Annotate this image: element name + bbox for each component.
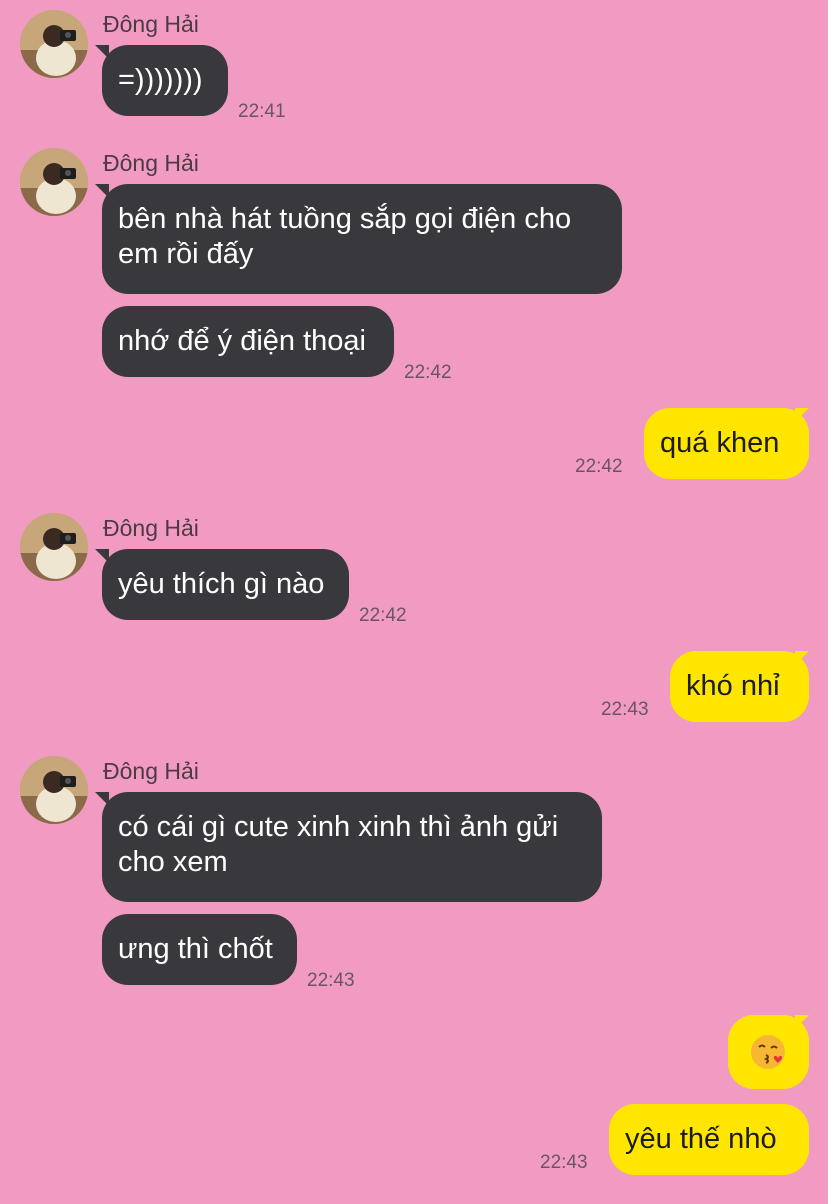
message-bubble-incoming[interactable]: yêu thích gì nào — [102, 549, 349, 620]
avatar[interactable] — [20, 513, 88, 581]
message-timestamp: 22:43 — [540, 1152, 588, 1173]
message-bubble-incoming[interactable]: ưng thì chốt — [102, 914, 297, 985]
message-text: ưng thì chốt — [118, 933, 273, 965]
profile-photo-icon — [20, 756, 88, 824]
message-bubble-incoming[interactable]: có cái gì cute xinh xinh thì ảnh gửi cho… — [102, 792, 602, 902]
message-bubble-outgoing[interactable]: khó nhỉ — [670, 651, 809, 722]
message-timestamp: 22:43 — [601, 699, 649, 720]
avatar[interactable] — [20, 756, 88, 824]
message-bubble-incoming[interactable]: nhớ để ý điện thoại — [102, 306, 394, 377]
sender-name: Đông Hải — [103, 150, 199, 176]
bubble-tail — [795, 651, 809, 665]
message-bubble-outgoing[interactable]: quá khen — [644, 408, 809, 479]
message-text: quá khen — [660, 427, 780, 459]
message-bubble-incoming[interactable]: =))))))) — [102, 45, 228, 116]
bubble-tail — [795, 1015, 809, 1029]
message-text: yêu thích gì nào — [118, 568, 325, 600]
message-text: có cái gì cute xinh xinh thì ảnh gửi cho… — [118, 811, 559, 878]
message-timestamp: 22:42 — [404, 362, 452, 383]
bubble-tail — [795, 408, 809, 422]
message-bubble-incoming[interactable]: bên nhà hát tuồng sắp gọi điện cho em rồ… — [102, 184, 622, 294]
message-text: khó nhỉ — [686, 670, 780, 702]
profile-photo-icon — [20, 148, 88, 216]
message-timestamp: 22:43 — [307, 970, 355, 991]
avatar[interactable] — [20, 10, 88, 78]
message-timestamp: 22:42 — [359, 605, 407, 626]
message-text: yêu thế nhò — [625, 1123, 777, 1155]
sender-name: Đông Hải — [103, 515, 199, 541]
message-timestamp: 22:42 — [575, 456, 623, 477]
avatar[interactable] — [20, 148, 88, 216]
profile-photo-icon — [20, 513, 88, 581]
sender-name: Đông Hải — [103, 758, 199, 784]
kissing-face-emoji-icon — [751, 1035, 785, 1070]
message-text: =))))))) — [118, 64, 203, 96]
message-text: bên nhà hát tuồng sắp gọi điện cho em rồ… — [118, 203, 572, 270]
profile-photo-icon — [20, 10, 88, 78]
message-bubble-outgoing[interactable]: yêu thế nhò — [609, 1104, 809, 1175]
sender-name: Đông Hải — [103, 11, 199, 37]
message-timestamp: 22:41 — [238, 101, 286, 122]
message-text: nhớ để ý điện thoại — [118, 325, 366, 357]
